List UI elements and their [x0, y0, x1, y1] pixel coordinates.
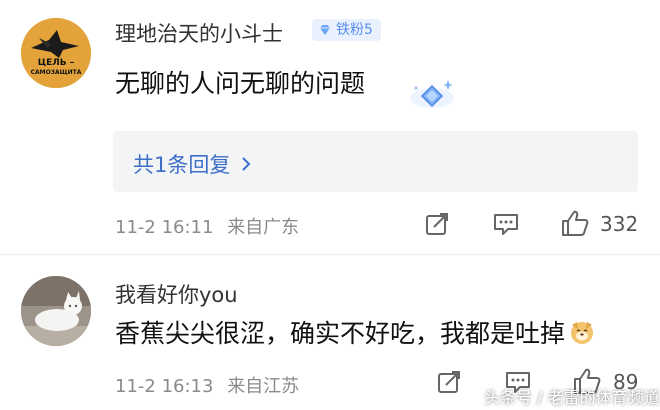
comment-button[interactable]: [492, 211, 520, 237]
dog-emoji-icon: [571, 322, 594, 344]
share-icon: [438, 371, 460, 393]
diamond-icon: [320, 25, 330, 35]
fan-badge: 铁粉5: [312, 19, 381, 41]
avatar-caption: ЦЕЛЬ – САМОЗАЩИТА: [21, 58, 91, 78]
comment-content: 香蕉尖尖很涩，确实不好吃，我都是吐掉: [115, 314, 595, 350]
comment-meta: 11-2 16:11 来自广东: [115, 213, 299, 239]
thumbs-up-icon: [562, 210, 589, 236]
comment-text: 香蕉尖尖很涩，确实不好吃，我都是吐掉: [115, 319, 566, 348]
comment-content: 无聊的人问无聊的问题: [115, 69, 366, 98]
like-button[interactable]: [560, 208, 590, 238]
share-button[interactable]: [436, 369, 462, 395]
avatar[interactable]: ЦЕЛЬ – САМОЗАЩИТА: [21, 18, 91, 88]
comment-username[interactable]: 理地治天的小斗士: [115, 18, 283, 48]
chevron-right-icon: [242, 157, 251, 171]
comment-divider: [0, 254, 660, 255]
comment-date: 11-2 16:13: [115, 376, 214, 397]
avatar[interactable]: [21, 276, 91, 346]
comment-username[interactable]: 我看好你you: [115, 279, 238, 309]
comment-date: 11-2 16:11: [115, 217, 214, 238]
replies-box[interactable]: 共1条回复: [113, 131, 638, 192]
comment-location: 来自广东: [227, 217, 300, 238]
view-replies-label: 共1条回复: [133, 153, 231, 177]
avatar-caption-line2: САМОЗАЩИТА: [30, 69, 82, 76]
share-button[interactable]: [424, 211, 450, 237]
comment-location: 来自江苏: [227, 376, 300, 397]
fan-badge-label: 铁粉5: [336, 22, 373, 38]
comment-meta: 11-2 16:13 来自江苏: [115, 372, 299, 398]
avatar-image: [21, 276, 91, 346]
like-count: 332: [600, 212, 639, 236]
share-icon: [426, 213, 448, 235]
avatar-caption-line1: ЦЕЛЬ –: [37, 58, 75, 68]
view-replies-link[interactable]: 共1条回复: [133, 149, 252, 179]
watermark: 头条号 / 老雷的体育频道: [484, 388, 660, 407]
diamond-sticker-icon: [408, 74, 458, 116]
comment-icon: [494, 214, 518, 235]
